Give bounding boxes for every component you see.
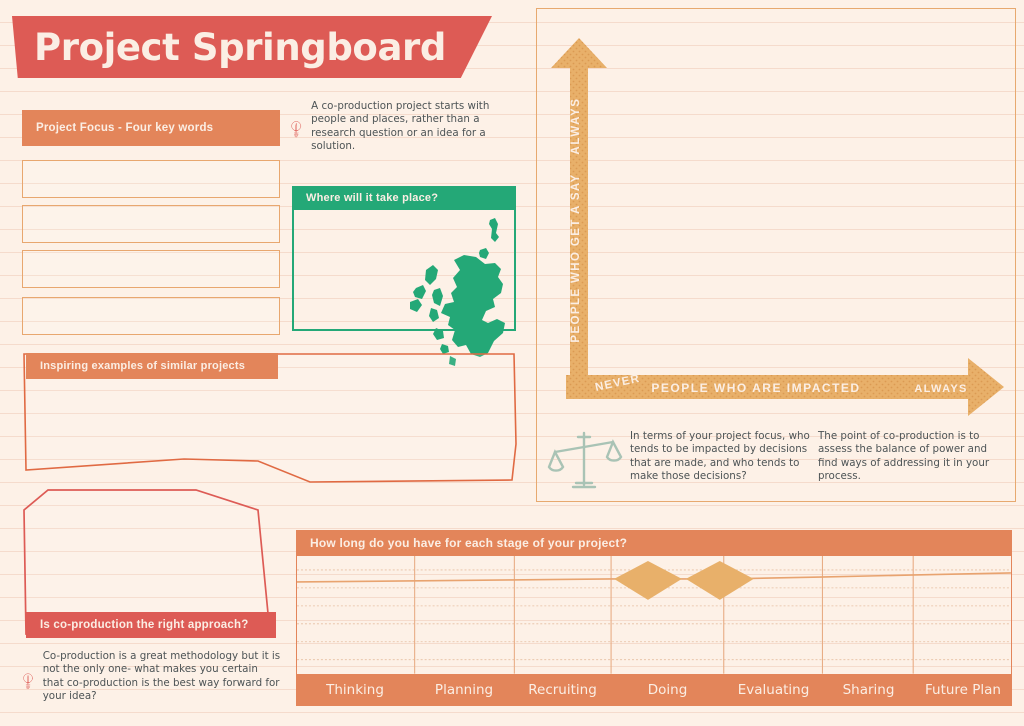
where-box-header-label: Where will it take place? — [306, 192, 439, 204]
inspiring-examples-header-label: Inspiring examples of similar projects — [40, 360, 246, 372]
stage-label-recruiting[interactable]: Recruiting — [514, 682, 611, 698]
stage-label-planning[interactable]: Planning — [414, 682, 514, 698]
title-banner: Project Springboard — [12, 16, 492, 78]
approach-header: Is co-production the right approach? — [26, 612, 276, 638]
stage-label-evaluating[interactable]: Evaluating — [724, 682, 823, 698]
stage-label-doing[interactable]: Doing — [611, 682, 724, 698]
top-hint-note: A co-production project starts with peop… — [290, 100, 500, 158]
lightbulb-icon — [23, 673, 33, 690]
y-axis-top-label: ALWAYS — [570, 97, 582, 154]
project-focus-input-3[interactable] — [22, 250, 280, 288]
timeline-header: How long do you have for each stage of y… — [296, 530, 1012, 556]
page-title: Project Springboard — [34, 25, 446, 69]
approach-header-label: Is co-production the right approach? — [40, 619, 249, 631]
project-focus-input-1[interactable] — [22, 160, 280, 198]
balance-scales-icon — [547, 431, 623, 489]
project-focus-header: Project Focus - Four key words — [22, 110, 280, 146]
project-focus-header-label: Project Focus - Four key words — [36, 122, 214, 134]
timeline-chart[interactable] — [296, 556, 1012, 674]
power-axis-chart: ALWAYS PEOPLE WHO GET A SAY NEVER PEOPLE… — [551, 38, 1004, 416]
scales-note-left: In terms of your project focus, who tend… — [630, 430, 810, 483]
stage-label-thinking[interactable]: Thinking — [296, 682, 414, 698]
project-focus-input-2[interactable] — [22, 205, 280, 243]
inspiring-examples-header: Inspiring examples of similar projects — [26, 353, 278, 379]
timeline-marker-diamond-1[interactable] — [614, 560, 682, 600]
timeline-stage-labels: Thinking Planning Recruiting Doing Evalu… — [296, 674, 1012, 706]
x-axis-label: PEOPLE WHO ARE IMPACTED — [651, 381, 860, 395]
lightbulb-icon — [291, 121, 302, 138]
scales-note-right: The point of co-production is to assess … — [818, 430, 990, 483]
top-hint-text: A co-production project starts with peop… — [311, 100, 490, 153]
stage-label-sharing[interactable]: Sharing — [823, 682, 914, 698]
y-axis-label: PEOPLE WHO GET A SAY — [570, 173, 582, 342]
where-box-header: Where will it take place? — [292, 186, 516, 210]
timeline-grid — [297, 556, 1011, 674]
bottom-hint-note: Co-production is a great methodology but… — [22, 650, 282, 712]
x-axis-end-label: ALWAYS — [914, 383, 967, 395]
bottom-hint-text: Co-production is a great methodology but… — [42, 650, 281, 703]
project-focus-input-4[interactable] — [22, 297, 280, 335]
timeline-marker-diamond-2[interactable] — [685, 560, 754, 600]
timeline-header-label: How long do you have for each stage of y… — [310, 536, 628, 550]
stage-label-future-plan[interactable]: Future Plan — [914, 682, 1012, 698]
